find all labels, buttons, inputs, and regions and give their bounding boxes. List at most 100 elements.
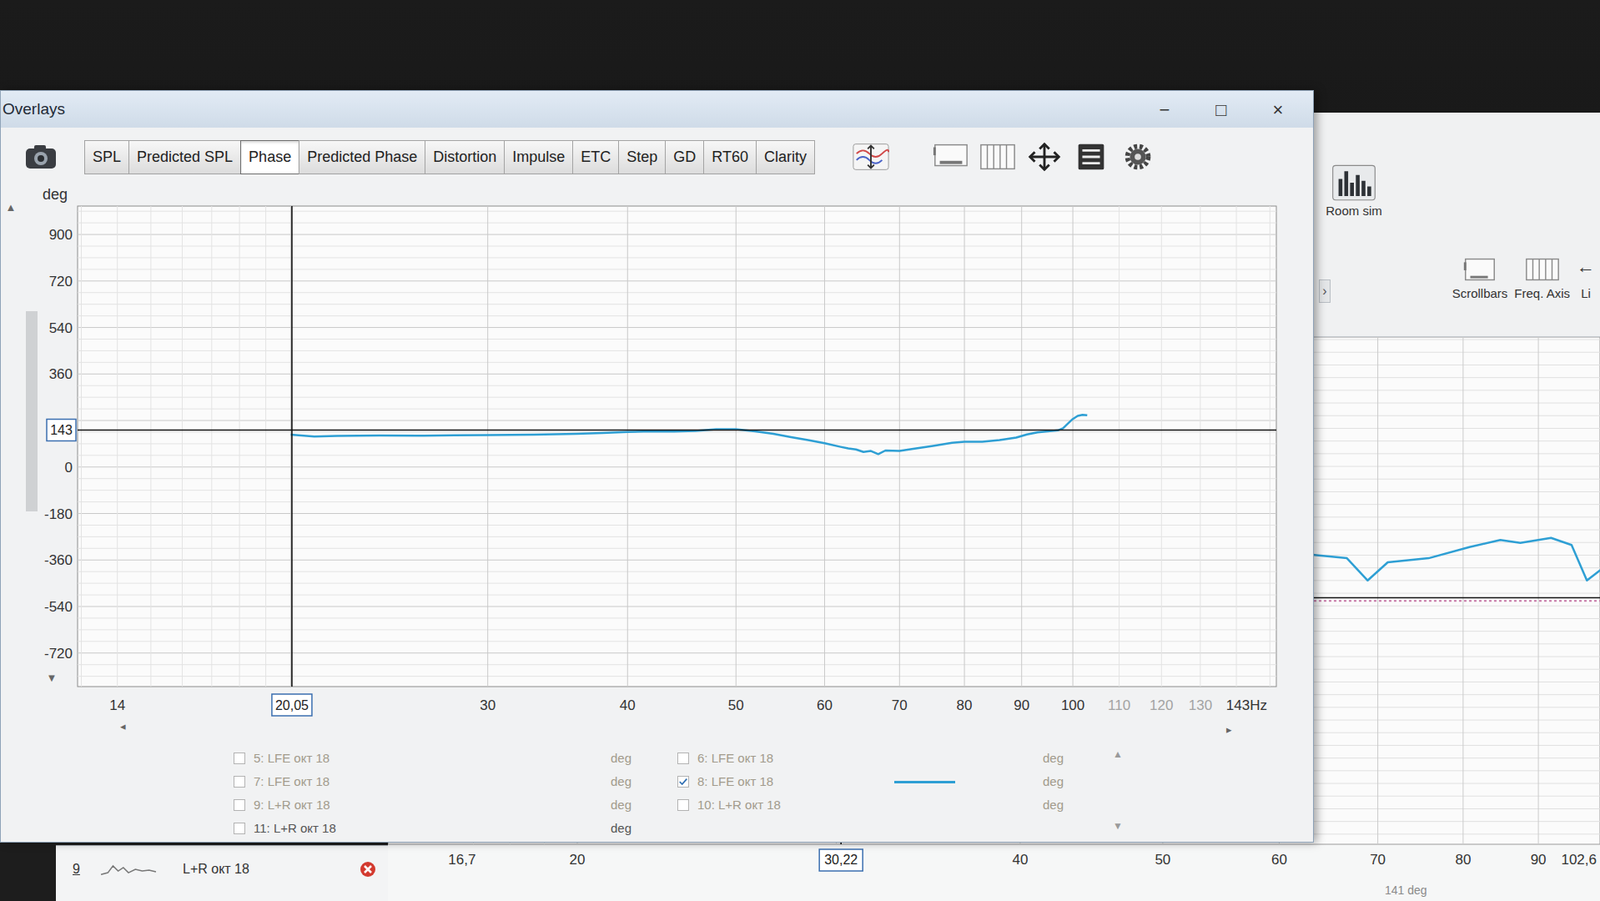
cursor-y-label: 143 bbox=[50, 422, 73, 438]
graph-tab[interactable]: Impulse bbox=[503, 140, 574, 175]
x-tick: 143Hz bbox=[1226, 697, 1268, 714]
x-tick: 70 bbox=[1369, 851, 1386, 868]
window-controls: −□ × bbox=[1141, 95, 1302, 124]
legend-checkbox[interactable] bbox=[677, 775, 690, 788]
y-axis-unit: deg bbox=[42, 186, 68, 203]
legend-item: 9: L+R окт 18deg bbox=[233, 793, 678, 817]
x-tick: 40 bbox=[1011, 851, 1028, 868]
toolbar-icons bbox=[851, 140, 1158, 174]
scroll-up-button[interactable]: ▲ bbox=[5, 201, 17, 214]
legend-unit: deg bbox=[610, 795, 653, 816]
measurement-item[interactable]: 9L+R окт 18 bbox=[55, 845, 388, 901]
arrow-glyph: ← bbox=[1576, 254, 1595, 285]
camera-icon[interactable] bbox=[20, 140, 61, 174]
main-tools: Room sim›ScrollbarsFreq. Axis←Li bbox=[1313, 112, 1600, 337]
legend-item: 7: LFE окт 18 deg bbox=[233, 769, 678, 794]
legend-column: 5: LFE окт 18deg7: LFE окт 18deg9: L+R о… bbox=[233, 746, 678, 842]
x-tick: 14 bbox=[109, 697, 126, 714]
side-panel-toggle[interactable]: › bbox=[1318, 279, 1331, 303]
room-sim-button[interactable]: Room sim bbox=[1318, 163, 1389, 222]
scroll-down-button[interactable]: ▼ bbox=[46, 671, 58, 685]
overlays-window: Overlays−□× SPLPredicted SPLPhasePredict… bbox=[0, 90, 1314, 843]
legend-unit: deg bbox=[610, 772, 653, 792]
view-button-label: Li bbox=[1580, 284, 1591, 304]
display-icon[interactable] bbox=[931, 140, 971, 174]
graph-tab[interactable]: ETC bbox=[572, 140, 619, 175]
legend-label: 8: LFE окт 18 bbox=[697, 772, 888, 792]
scroll-left-button[interactable]: ◂ bbox=[120, 719, 126, 733]
view-buttons: ›ScrollbarsFreq. Axis←Li bbox=[1318, 254, 1595, 304]
list-icon[interactable] bbox=[1071, 140, 1111, 174]
y-tick: -360 bbox=[44, 552, 73, 569]
move-arrows-icon[interactable] bbox=[1025, 140, 1064, 174]
y-tick: -180 bbox=[44, 506, 73, 523]
cursor-line-horizontal[interactable] bbox=[77, 429, 1277, 432]
scroll-right-button[interactable]: ▸ bbox=[1226, 723, 1233, 736]
y-tick: 900 bbox=[49, 226, 73, 243]
legend-item: 5: LFE окт 18deg bbox=[233, 746, 678, 770]
legend-unit: deg bbox=[1042, 749, 1085, 769]
title-bar: Overlays−□× bbox=[0, 90, 1314, 128]
legend-checkbox[interactable] bbox=[233, 822, 246, 835]
x-tick: 120 bbox=[1149, 697, 1173, 714]
cursor-x-label: 30,22 bbox=[824, 852, 858, 867]
graph-tab[interactable]: RT60 bbox=[703, 140, 757, 175]
legend-checkbox[interactable] bbox=[233, 799, 246, 811]
graph-tab[interactable]: GD bbox=[664, 140, 705, 175]
x-tick: 80 bbox=[956, 697, 973, 714]
graph-tab[interactable]: Clarity bbox=[755, 140, 816, 175]
legend-label: 7: LFE окт 18 bbox=[253, 772, 604, 792]
cursor-x-label: 20,05 bbox=[275, 698, 309, 713]
minimize-button[interactable]: − bbox=[1141, 95, 1188, 124]
columns-icon[interactable] bbox=[978, 140, 1017, 174]
legend-unit: deg bbox=[610, 819, 653, 839]
room-sim-icon bbox=[1330, 163, 1378, 202]
graph-tab[interactable]: Distortion bbox=[424, 140, 505, 175]
legend-checkbox[interactable] bbox=[233, 775, 246, 788]
scrollbars-icon bbox=[1460, 254, 1500, 285]
x-tick: 50 bbox=[728, 697, 745, 714]
measurement-number: 9 bbox=[72, 859, 88, 880]
legend-scrollbar: ▲▼ bbox=[1112, 746, 1123, 842]
x-tick: 90 bbox=[1530, 851, 1547, 868]
cursor-line-vertical[interactable] bbox=[291, 206, 293, 687]
gear-icon[interactable] bbox=[1118, 140, 1158, 174]
legend-checkbox[interactable] bbox=[677, 799, 690, 811]
room-sim-label: Room sim bbox=[1325, 201, 1383, 222]
legend-item: 6: LFE окт 18deg bbox=[677, 746, 1078, 770]
x-tick: 110 bbox=[1107, 697, 1131, 714]
legend-item: 8: LFE окт 18deg bbox=[677, 769, 1078, 794]
legend-checkbox[interactable] bbox=[677, 752, 690, 765]
freqaxis-icon bbox=[1523, 254, 1562, 285]
check-icon bbox=[678, 776, 689, 787]
overlay-waves-icon[interactable] bbox=[851, 140, 891, 174]
legend-checkbox[interactable] bbox=[233, 752, 246, 765]
view-button[interactable]: Scrollbars bbox=[1452, 254, 1509, 304]
x-tick: 60 bbox=[1271, 851, 1288, 868]
x-tick: 50 bbox=[1154, 851, 1171, 868]
legend-unit: deg bbox=[610, 749, 653, 769]
x-tick: 70 bbox=[891, 697, 908, 714]
view-button[interactable]: ←Li bbox=[1576, 254, 1595, 304]
legend-label: 6: LFE окт 18 bbox=[697, 749, 888, 769]
y-tick: 0 bbox=[65, 459, 73, 476]
graph-tab[interactable]: Predicted SPL bbox=[128, 140, 242, 175]
graph-tab[interactable]: Phase bbox=[240, 140, 300, 175]
graph-tab[interactable]: Step bbox=[618, 140, 666, 175]
legend-scroll-up[interactable]: ▲ bbox=[1112, 746, 1123, 762]
graph-tab[interactable]: SPL bbox=[84, 140, 130, 175]
phase-graph: deg9007205403600-180-360-540-72014304050… bbox=[0, 186, 1314, 744]
legend-column: 6: LFE окт 18deg8: LFE окт 18deg10: L+R … bbox=[677, 746, 1078, 842]
maximize-button[interactable]: □ bbox=[1197, 95, 1245, 124]
phase-curve bbox=[291, 414, 1088, 454]
x-tick: 20 bbox=[569, 851, 586, 868]
close-button[interactable]: × bbox=[1254, 95, 1302, 124]
y-tick: 360 bbox=[49, 366, 73, 383]
graph-tab[interactable]: Predicted Phase bbox=[298, 140, 426, 175]
remove-icon[interactable] bbox=[359, 860, 377, 878]
phase-chart[interactable]: deg9007205403600-180-360-540-72014304050… bbox=[0, 186, 1315, 744]
view-button[interactable]: Freq. Axis bbox=[1514, 254, 1570, 304]
x-tick: 40 bbox=[619, 697, 636, 714]
legend-scroll-down[interactable]: ▼ bbox=[1112, 818, 1123, 834]
legend-item: 10: L+R окт 18deg bbox=[677, 793, 1078, 817]
